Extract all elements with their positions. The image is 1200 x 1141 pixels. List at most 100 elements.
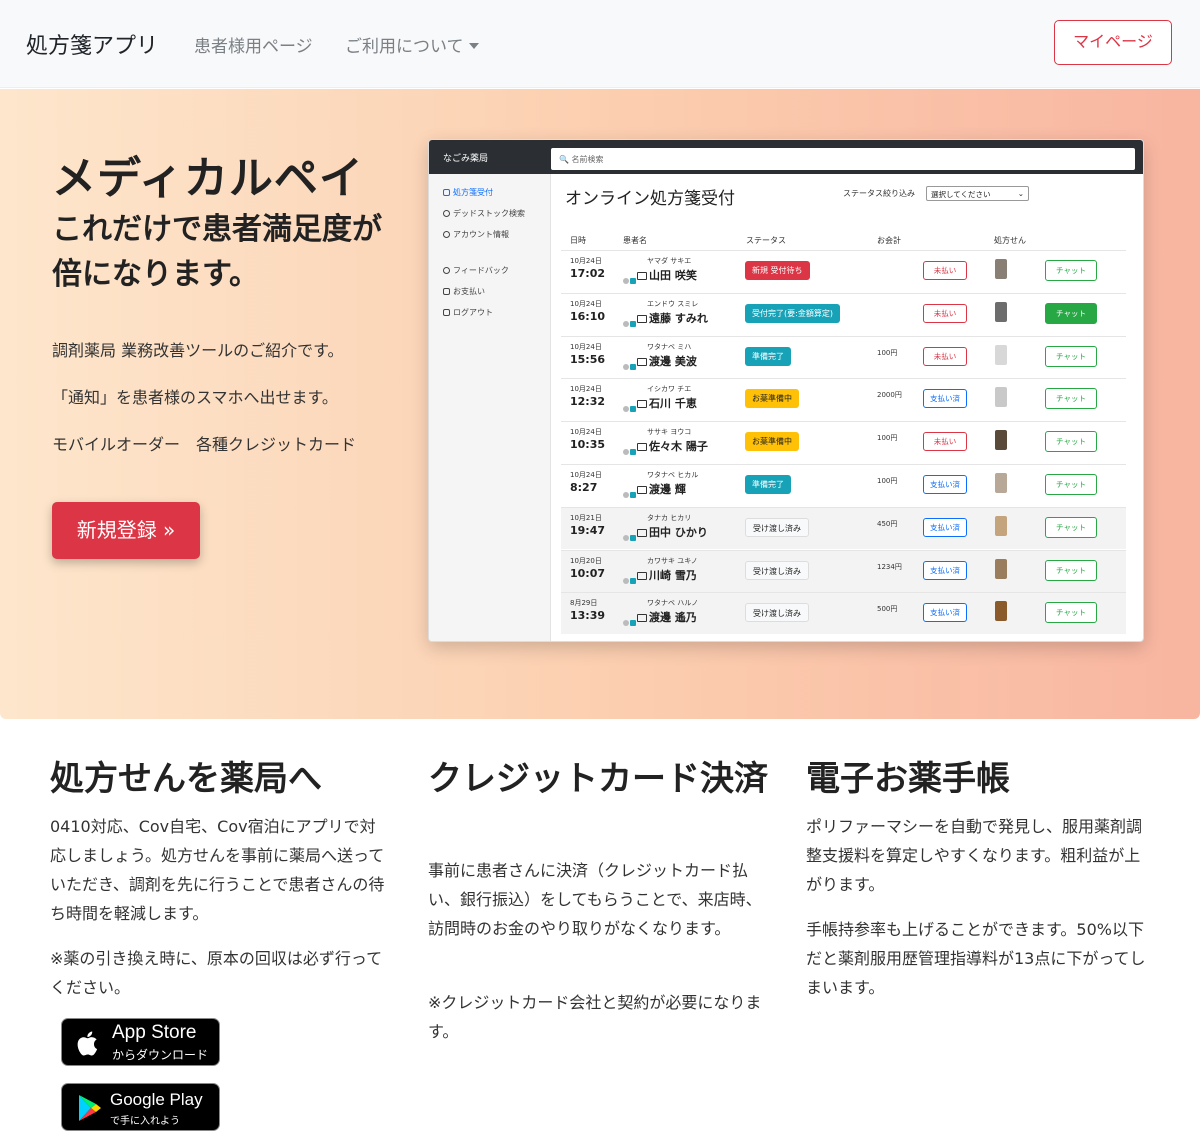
row-date: 10月24日 bbox=[570, 257, 602, 265]
signup-button[interactable]: 新規登録 » bbox=[52, 502, 200, 559]
prescription-thumbnail bbox=[995, 301, 1007, 322]
phone-icon bbox=[630, 320, 636, 327]
row-status-badge: 準備完了 bbox=[745, 346, 791, 366]
google-play-icon bbox=[79, 1095, 101, 1121]
navbar: 処方箋アプリ 患者様用ページ ご利用について マイページ bbox=[0, 0, 1200, 88]
row-chat-button: チャット bbox=[1045, 602, 1097, 624]
row-bill: 100円 bbox=[877, 434, 898, 443]
nav-link-patient-page[interactable]: 患者様用ページ bbox=[194, 32, 313, 57]
clock-icon bbox=[623, 449, 629, 456]
row-patient-name: 渡邊 遙乃 bbox=[637, 609, 697, 625]
phone-icon bbox=[630, 534, 636, 541]
id-card-icon bbox=[637, 443, 647, 452]
row-patient-name-text: 山田 咲笑 bbox=[649, 269, 697, 282]
app-screenshot: なごみ薬局 🔍 名前検索 処方箋受付 デッドストック検索 アカウント情報 フィー… bbox=[428, 139, 1144, 642]
clock-icon bbox=[623, 363, 629, 370]
app-store-badge[interactable]: App Store からダウンロード bbox=[61, 1018, 220, 1066]
row-payment-button: 支払い済 bbox=[923, 603, 967, 623]
sidebar-item-label: アカウント情報 bbox=[453, 230, 509, 239]
id-card-icon bbox=[637, 272, 647, 280]
row-patient-name: 遠藤 すみれ bbox=[637, 310, 708, 326]
row-date: 10月24日 bbox=[570, 385, 602, 394]
row-chat-button: チャット bbox=[1045, 559, 1097, 581]
prescription-thumbnail bbox=[995, 344, 1007, 365]
row-status-badge: 新規 受付待ち bbox=[745, 261, 810, 280]
nav-dropdown-about[interactable]: ご利用について bbox=[345, 32, 479, 57]
row-patient-name-text: 石川 千恵 bbox=[649, 397, 697, 411]
mypage-button[interactable]: マイページ bbox=[1054, 20, 1172, 65]
home-icon bbox=[443, 189, 450, 196]
search-icon bbox=[443, 210, 450, 217]
row-bill: 2000円 bbox=[877, 391, 902, 400]
mock-heading: オンライン処方箋受付 bbox=[565, 189, 735, 209]
hero-line: 調剤薬局 業務改善ツールのご紹介です。 bbox=[52, 341, 344, 360]
sidebar-item-label: 処方箋受付 bbox=[453, 188, 493, 197]
row-patient-kana: イシカワ チエ bbox=[647, 385, 692, 394]
help-icon bbox=[443, 267, 450, 274]
mock-filter-label: ステータス絞り込み bbox=[843, 189, 915, 198]
table-row: 10月24日 17:02 ヤマダ サキエ 山田 咲笑 新規 受付待ち 未払い チャット bbox=[561, 250, 1126, 292]
sidebar-item-label: ログアウト bbox=[453, 308, 493, 317]
sidebar-item-label: フィードバック bbox=[453, 266, 509, 275]
table-row: 10月20日 10:07 カワサキ ユキノ 川崎 雪乃 受け渡し済み 1234円 支払い済 チ… bbox=[561, 549, 1126, 592]
row-time: 15:56 bbox=[570, 352, 606, 366]
mock-status-filter: 選択してください ⌄ bbox=[926, 186, 1029, 201]
phone-icon bbox=[630, 406, 636, 413]
row-payment-button: 未払い bbox=[923, 261, 967, 280]
feature-text: 事前に患者さんに決済（クレジットカード払い、銀行振込）をしてもらうことで、来店時… bbox=[428, 861, 762, 938]
row-patient-name-text: 渡邊 輝 bbox=[649, 483, 686, 496]
phone-icon bbox=[630, 577, 636, 584]
app-store-label: App Store bbox=[112, 1022, 197, 1043]
row-patient-name-text: 渡邊 美波 bbox=[649, 354, 697, 368]
row-patient-name-text: 佐々木 陽子 bbox=[649, 440, 708, 454]
row-patient-name: 川崎 雪乃 bbox=[637, 567, 697, 583]
row-patient-kana: カワサキ ユキノ bbox=[647, 556, 698, 565]
clock-icon bbox=[623, 320, 629, 327]
row-payment-button: 支払い済 bbox=[923, 475, 967, 494]
sidebar-item-label: デッドストック検索 bbox=[453, 209, 525, 218]
clock-icon bbox=[623, 577, 629, 584]
row-payment-button: 支払い済 bbox=[923, 560, 967, 580]
chevron-down-icon bbox=[468, 43, 479, 49]
column-header-status: ステータス bbox=[746, 236, 786, 245]
row-bill: 450円 bbox=[877, 519, 898, 528]
prescription-thumbnail bbox=[995, 601, 1007, 622]
clock-icon bbox=[623, 406, 629, 413]
row-bill: 1234円 bbox=[877, 562, 902, 571]
row-status-badge: 受付完了(要:金額算定) bbox=[745, 303, 840, 323]
row-date: 10月20日 bbox=[570, 556, 602, 565]
column-header-patient: 患者名 bbox=[623, 236, 647, 245]
app-store-sublabel: からダウンロード bbox=[112, 1048, 209, 1062]
navbar-brand[interactable]: 処方箋アプリ bbox=[26, 28, 158, 60]
row-date: 10月24日 bbox=[570, 342, 602, 351]
row-time: 16:10 bbox=[570, 309, 606, 323]
row-chat-button: チャット bbox=[1045, 474, 1097, 495]
row-patient-kana: ワタナベ ヒカル bbox=[647, 471, 699, 479]
row-bill: 100円 bbox=[877, 348, 898, 357]
row-time: 10:35 bbox=[570, 438, 606, 452]
prescription-thumbnail bbox=[995, 558, 1007, 579]
row-status-badge: 準備完了 bbox=[745, 475, 791, 494]
row-payment-button: 未払い bbox=[923, 346, 967, 366]
google-play-label: Google Play bbox=[110, 1090, 203, 1109]
google-play-sublabel: で手に入れよう bbox=[110, 1116, 180, 1127]
apple-icon bbox=[77, 1031, 98, 1056]
row-payment-button: 支払い済 bbox=[923, 517, 967, 537]
row-chat-button: チャット bbox=[1045, 431, 1097, 453]
row-patient-kana: ワタナベ ハルノ bbox=[647, 599, 699, 608]
row-time: 8:27 bbox=[570, 481, 598, 494]
google-play-badge[interactable]: Google Play で手に入れよう bbox=[61, 1083, 220, 1131]
row-chat-button: チャット bbox=[1045, 516, 1097, 538]
mock-main: オンライン処方箋受付 ステータス絞り込み 選択してください ⌄ 日時 患者名 ステ… bbox=[551, 174, 1143, 641]
row-status-badge: お薬準備中 bbox=[745, 432, 799, 452]
gear-icon bbox=[443, 231, 450, 238]
table-row: 10月24日 16:10 エンドウ スミレ 遠藤 すみれ 受付完了(要:金額算定) 未払い… bbox=[561, 292, 1126, 335]
row-patient-name: 石川 千恵 bbox=[637, 395, 697, 411]
mock-topbar: なごみ薬局 🔍 名前検索 bbox=[429, 140, 1143, 174]
column-header-date: 日時 bbox=[570, 236, 586, 245]
row-bill: 500円 bbox=[877, 605, 898, 614]
id-card-icon bbox=[637, 486, 647, 494]
sidebar-item-deadstock: デッドストック検索 bbox=[443, 208, 525, 219]
id-card-icon bbox=[637, 571, 647, 580]
row-date: 8月29日 bbox=[570, 599, 598, 608]
